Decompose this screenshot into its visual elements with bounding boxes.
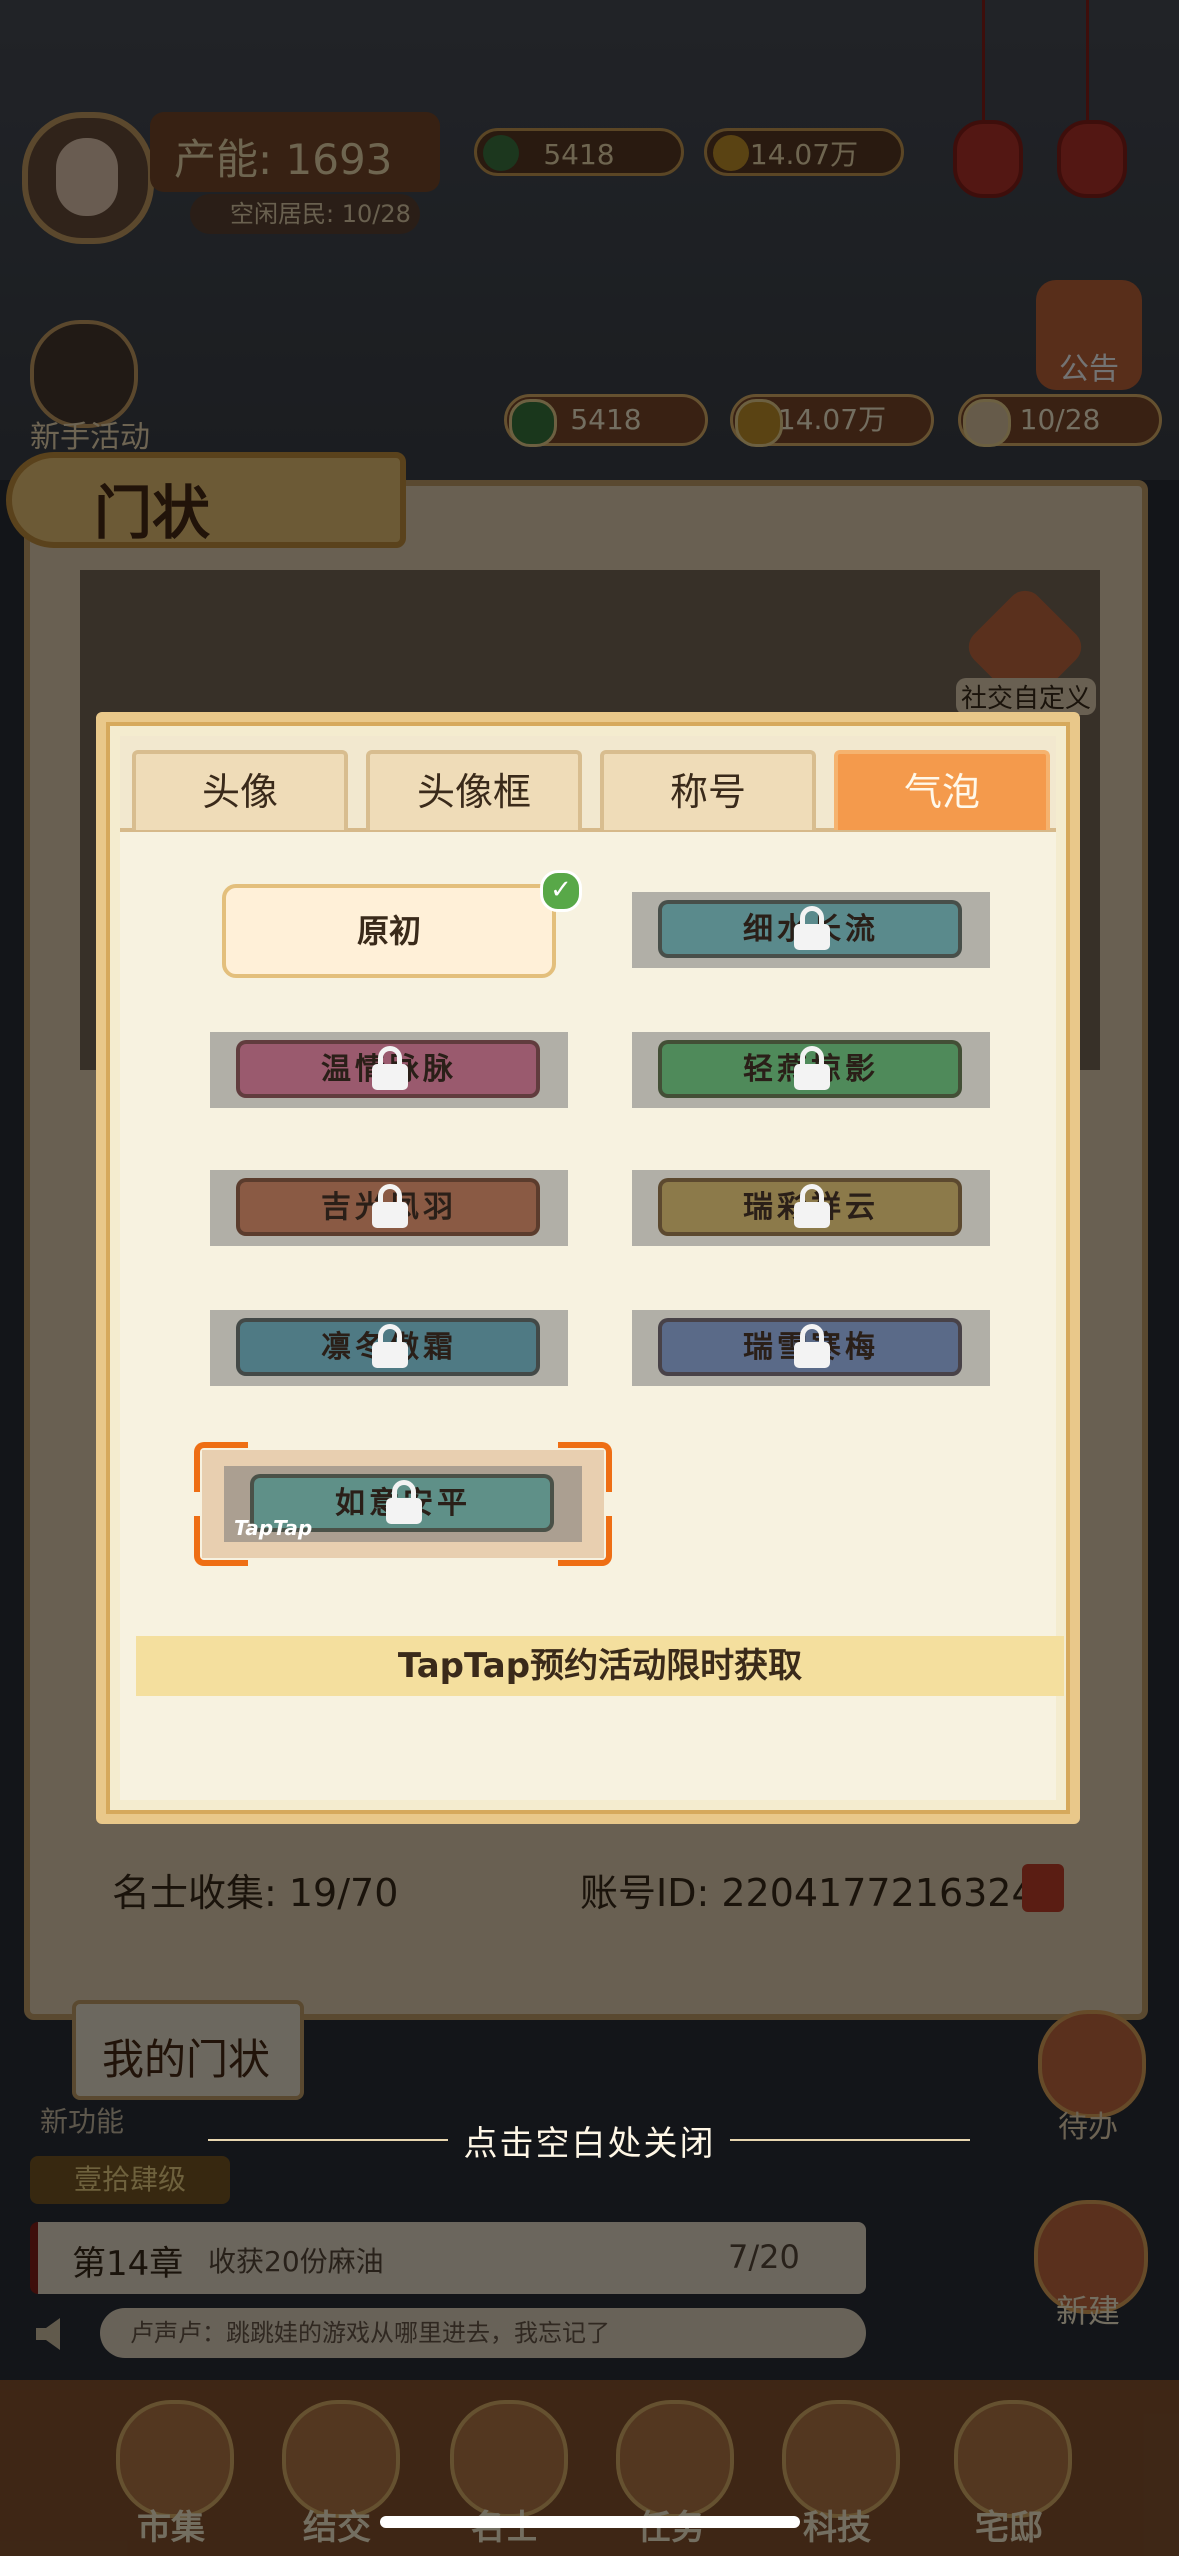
top-money-value: 14.07万 bbox=[749, 138, 859, 171]
bubble-ruyianping[interactable]: 如意安平 TapTap bbox=[224, 1466, 582, 1542]
player-avatar[interactable] bbox=[22, 112, 154, 244]
divider-line bbox=[730, 2139, 970, 2141]
nav-market-label: 市集 bbox=[137, 2508, 205, 2548]
close-hint-text: 点击空白处关闭 bbox=[463, 2124, 716, 2164]
bubble-xishuichangliu[interactable]: 细水长流 bbox=[632, 892, 990, 968]
acquire-info: TapTap预约活动限时获取 bbox=[136, 1636, 1064, 1696]
currency-resident: 10/28 bbox=[958, 394, 1162, 447]
currency-gold-value: 14.07万 bbox=[777, 403, 887, 436]
gold-coin-icon bbox=[713, 135, 749, 171]
bubble-original[interactable]: 原初 bbox=[222, 884, 556, 978]
divider-line bbox=[208, 2139, 448, 2141]
nav-market[interactable]: 市集 bbox=[106, 2400, 236, 2550]
nav-mansion[interactable]: 宅邸 bbox=[944, 2400, 1074, 2550]
notice-label: 公告 bbox=[1059, 352, 1119, 387]
close-hint[interactable]: 点击空白处关闭 bbox=[0, 2116, 1179, 2165]
jade-coin-icon bbox=[509, 399, 557, 447]
resident-icon bbox=[963, 399, 1011, 447]
bubble-ruicaixiangyun[interactable]: 瑞彩祥云 bbox=[632, 1170, 990, 1246]
top-coin-chip: 5418 bbox=[474, 128, 684, 176]
quest-chapter: 第14章 bbox=[72, 2244, 184, 2284]
currency-gold: 14.07万 bbox=[730, 394, 934, 447]
notice-button[interactable]: 公告 bbox=[1036, 280, 1142, 390]
build-label: 新建 bbox=[1055, 2292, 1120, 2330]
page-title: 门状 bbox=[94, 479, 211, 547]
lantern-string bbox=[1086, 0, 1089, 120]
bubble-ruixuehanmei[interactable]: 瑞雪寒梅 bbox=[632, 1310, 990, 1386]
quest-progress: 7/20 bbox=[728, 2238, 800, 2276]
taptap-tag: TapTap bbox=[234, 1516, 313, 1540]
quest-description: 收获20份麻油 bbox=[208, 2245, 384, 2278]
bubble-wenqingmaimai[interactable]: 温情脉脉 bbox=[210, 1032, 568, 1108]
lock-icon bbox=[794, 906, 830, 950]
stat-account: 账号ID: 22041772163249 bbox=[580, 1871, 1060, 1915]
chat-ticker[interactable]: 卢声卢：跳跳娃的游戏从哪里进去，我忘记了 bbox=[100, 2308, 866, 2358]
lantern-string bbox=[982, 0, 985, 120]
my-card-tab-label: 我的门状 bbox=[102, 2035, 271, 2084]
lock-icon bbox=[372, 1184, 408, 1228]
quest-bar[interactable]: 第14章 收获20份麻油 7/20 bbox=[30, 2222, 866, 2294]
bubble-lindongaoshuang[interactable]: 凛冬傲霜 bbox=[210, 1310, 568, 1386]
newbie-activity-button[interactable]: 新手活动 bbox=[20, 320, 150, 455]
home-indicator[interactable] bbox=[380, 2516, 800, 2528]
bubble-jiguangfengyu[interactable]: 吉光凤羽 bbox=[210, 1170, 568, 1246]
nav-friends[interactable]: 结交 bbox=[272, 2400, 402, 2550]
lock-icon bbox=[372, 1046, 408, 1090]
todo-button[interactable]: 待办 bbox=[1030, 2010, 1146, 2145]
modal-tabbar: 头像 头像框 称号 气泡 bbox=[120, 736, 1056, 832]
copy-icon[interactable] bbox=[1022, 1864, 1064, 1912]
header-tab: 门状 bbox=[6, 452, 406, 548]
top-money-chip: 14.07万 bbox=[704, 128, 904, 176]
lock-icon bbox=[794, 1184, 830, 1228]
tab-bubble[interactable]: 气泡 bbox=[834, 750, 1050, 830]
lantern-right-icon[interactable] bbox=[1057, 120, 1127, 198]
lock-icon bbox=[386, 1480, 422, 1524]
speaker-icon bbox=[36, 2318, 60, 2350]
my-card-tab[interactable]: 我的门状 bbox=[72, 2000, 304, 2100]
production-text: 产能: 1693 bbox=[174, 135, 393, 184]
newbie-activity-label: 新手活动 bbox=[30, 420, 150, 455]
resident-status: 空闲居民: 10/28 bbox=[190, 194, 420, 234]
social-custom-label: 社交自定义 bbox=[956, 678, 1096, 715]
gold-coin-icon bbox=[735, 399, 783, 447]
lock-icon bbox=[372, 1324, 408, 1368]
jade-coin-icon bbox=[483, 135, 519, 171]
lock-icon bbox=[794, 1046, 830, 1090]
bubble-qingyanlveying[interactable]: 轻燕掠影 bbox=[632, 1032, 990, 1108]
currency-jade-value: 5418 bbox=[570, 403, 642, 436]
check-icon: ✓ bbox=[540, 870, 582, 912]
bottom-nav: 市集 结交 名士 任务 科技 宅邸 bbox=[0, 2380, 1179, 2556]
lock-icon bbox=[794, 1324, 830, 1368]
bubble-modal: 头像 头像框 称号 气泡 原初 ✓ 细水长流 温情脉脉 轻燕掠影 bbox=[96, 712, 1080, 1824]
nav-mansion-label: 宅邸 bbox=[975, 2508, 1043, 2548]
social-custom-button[interactable]: 社交自定义 bbox=[956, 583, 1096, 716]
top-coin-value: 5418 bbox=[543, 138, 615, 171]
bubble-label: 原初 bbox=[356, 912, 421, 950]
currency-resident-value: 10/28 bbox=[1019, 403, 1101, 436]
tab-title[interactable]: 称号 bbox=[600, 750, 816, 830]
build-button[interactable]: 新建 bbox=[1030, 2200, 1148, 2340]
production-bar: 产能: 1693 bbox=[150, 112, 440, 192]
currency-jade: 5418 bbox=[504, 394, 708, 447]
stat-collect: 名士收集: 19/70 bbox=[112, 1871, 399, 1915]
tab-avatar[interactable]: 头像 bbox=[132, 750, 348, 830]
tab-avatar-frame[interactable]: 头像框 bbox=[366, 750, 582, 830]
lantern-left-icon[interactable] bbox=[953, 120, 1023, 198]
